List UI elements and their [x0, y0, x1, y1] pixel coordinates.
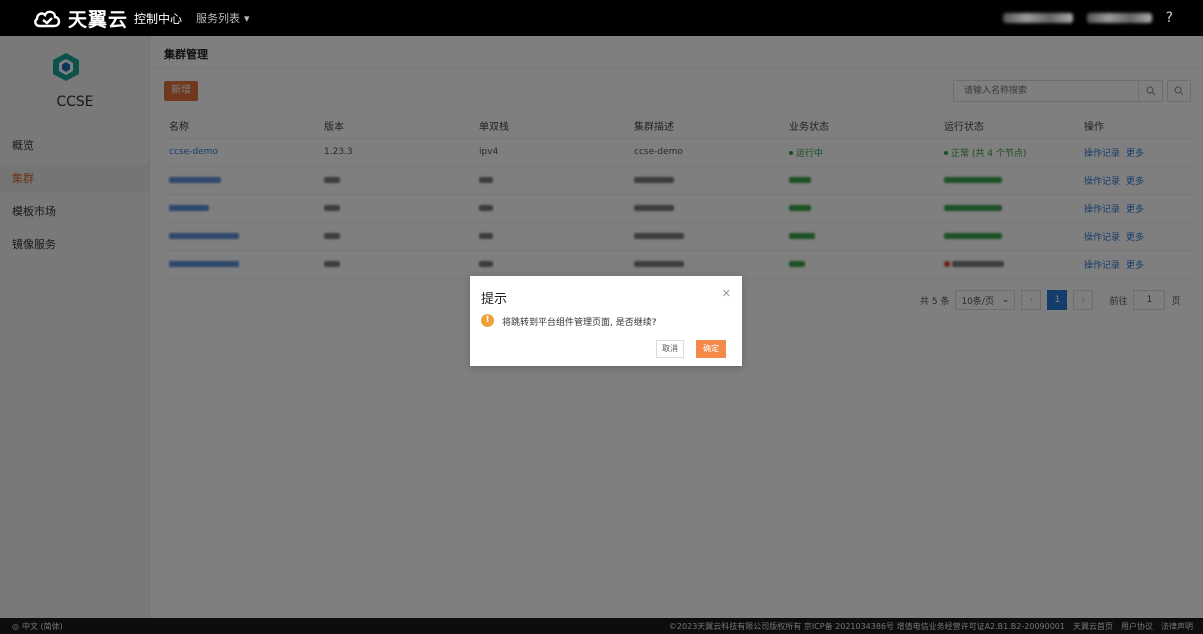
dialog-title: 提示 — [481, 292, 508, 307]
language-switch[interactable]: ◎ 中文 (简体) — [12, 621, 63, 632]
language-label: 中文 (简体) — [21, 621, 63, 631]
brand-name: 天翼云 — [68, 8, 129, 31]
console-link[interactable]: 控制中心 — [134, 10, 182, 27]
user-menu-blurred[interactable] — [1086, 13, 1152, 23]
dialog-message: 将跳转到平台组件管理页面, 是否继续? — [502, 318, 657, 328]
topbar-right: ? — [1002, 10, 1173, 26]
app: 天翼云 控制中心 服务列表 ▾ ? CCSE 概览 集群 模板市场 镜像服务 集… — [0, 0, 1203, 634]
footer-links: ©2023天翼云科技有限公司版权所有 京ICP备 2021034386号 增值电… — [669, 621, 1193, 632]
warning-icon: ! — [481, 314, 494, 327]
footer-link-agreement[interactable]: 用户协议 — [1121, 621, 1153, 632]
copyright-text: ©2023天翼云科技有限公司版权所有 京ICP备 2021034386号 增值电… — [668, 621, 1065, 631]
confirm-dialog: 提示 ✕ ! 将跳转到平台组件管理页面, 是否继续? 取消 确定 — [470, 276, 742, 366]
cancel-button[interactable]: 取消 — [656, 340, 684, 358]
cloud-logo-icon — [34, 10, 61, 28]
account-info-blurred[interactable] — [1002, 13, 1073, 23]
footer: ◎ 中文 (简体) ©2023天翼云科技有限公司版权所有 京ICP备 20210… — [0, 618, 1203, 634]
top-bar: 天翼云 控制中心 服务列表 ▾ ? — [0, 0, 1203, 36]
brand-logo[interactable]: 天翼云 — [32, 5, 128, 32]
globe-icon: ◎ — [12, 621, 19, 631]
caret-down-icon: ▾ — [244, 11, 250, 25]
service-list-menu[interactable]: 服务列表 ▾ — [196, 10, 250, 26]
service-list-label: 服务列表 — [196, 12, 241, 25]
close-icon[interactable]: ✕ — [722, 287, 731, 300]
footer-link-home[interactable]: 天翼云首页 — [1073, 621, 1113, 632]
footer-link-legal[interactable]: 法律声明 — [1161, 621, 1193, 632]
help-icon[interactable]: ? — [1166, 10, 1173, 26]
confirm-button[interactable]: 确定 — [696, 340, 726, 358]
